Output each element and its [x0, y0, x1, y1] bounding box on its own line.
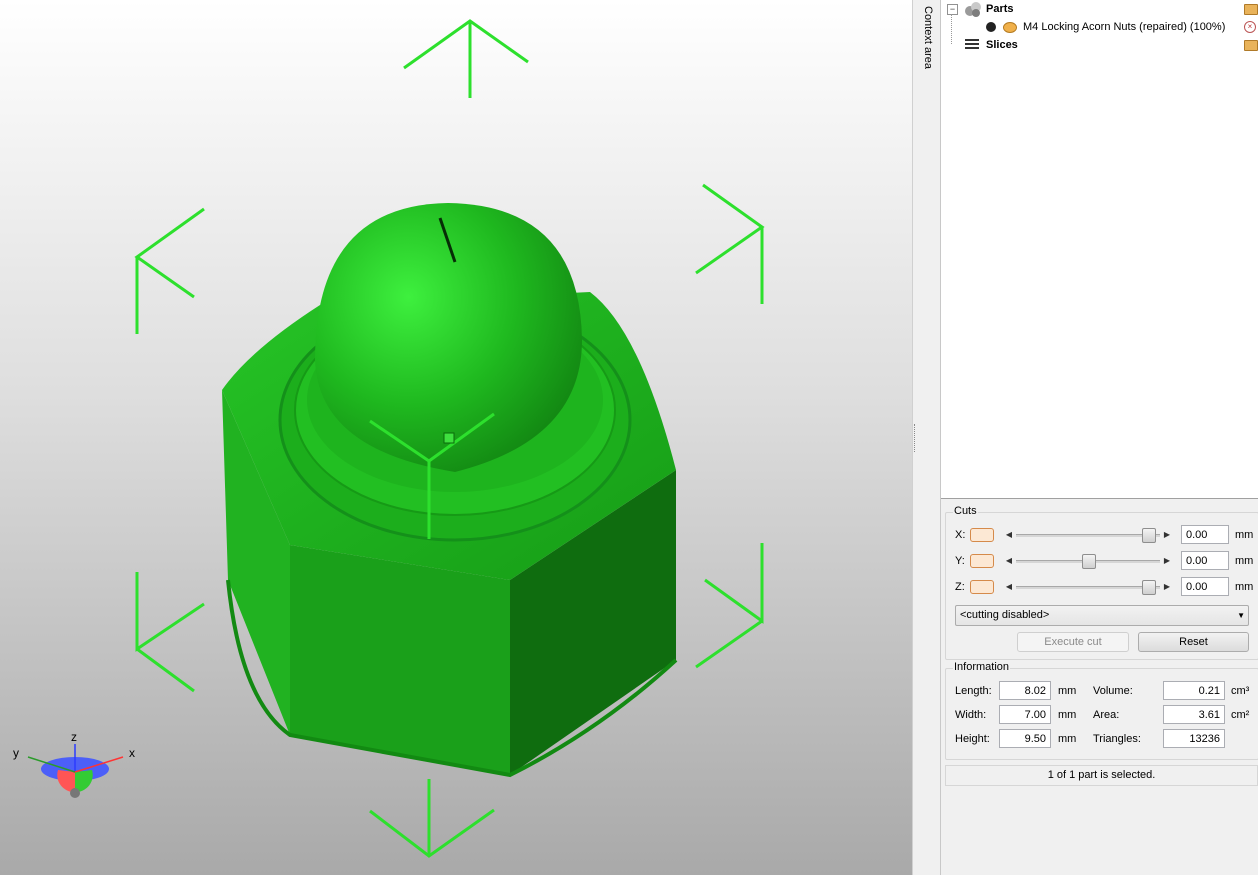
remove-part-icon[interactable]: × [1244, 21, 1256, 33]
viewport-canvas[interactable]: z x y [0, 0, 912, 875]
bracket-top [403, 19, 529, 98]
cut-color-y[interactable] [970, 554, 994, 568]
triangles-value: 13236 [1163, 729, 1225, 748]
gizmo-label-y: y [13, 746, 19, 760]
acorn-nut-model[interactable] [222, 203, 678, 778]
info-title: Information [953, 661, 1011, 673]
triangles-label: Triangles: [1093, 733, 1141, 745]
chevron-down-icon[interactable]: ▼ [1237, 606, 1245, 625]
orientation-gizmo: z x y [13, 730, 135, 798]
splitter-grip[interactable] [914, 424, 917, 452]
area-value: 3.61 [1163, 705, 1225, 724]
slider-thumb[interactable] [1082, 554, 1096, 569]
gizmo-label-x: x [129, 746, 135, 760]
slider-left-arrow-icon[interactable]: ◀ [1004, 528, 1014, 542]
axis-label-x: X: [955, 529, 966, 541]
height-label: Height: [955, 733, 990, 745]
slices-label: Slices [986, 39, 1018, 51]
bracket-top-right [695, 183, 765, 304]
cut-value-y[interactable]: 0.00 [1181, 551, 1229, 570]
height-unit: mm [1058, 733, 1077, 745]
volume-label: Volume: [1093, 685, 1133, 697]
length-label: Length: [955, 685, 992, 697]
slider-thumb[interactable] [1142, 528, 1156, 543]
length-value: 8.02 [999, 681, 1051, 700]
execute-cut-button[interactable]: Execute cut [1017, 632, 1129, 652]
unit-label: mm [1235, 529, 1254, 541]
selection-status: 1 of 1 part is selected. [945, 765, 1258, 786]
bracket-top-left [134, 207, 205, 334]
parts-tree[interactable]: − Parts M4 Locking Acorn Nuts (repaired)… [941, 0, 1258, 499]
cut-value-z[interactable]: 0.00 [1181, 577, 1229, 596]
cut-color-z[interactable] [970, 580, 994, 594]
unit-label: mm [1235, 555, 1254, 567]
cut-mode-value: <cutting disabled> [960, 609, 1050, 621]
slices-icon [965, 39, 979, 49]
height-value: 9.50 [999, 729, 1051, 748]
3d-viewport[interactable]: z x y [0, 0, 912, 875]
bracket-bottom-right [695, 543, 764, 669]
volume-unit: cm³ [1231, 685, 1250, 697]
slider-right-arrow-icon[interactable]: ▶ [1162, 554, 1172, 568]
tree-row-parts[interactable]: − Parts [941, 0, 1258, 18]
bracket-bottom-left [135, 572, 205, 693]
gizmo-label-z: z [71, 730, 77, 744]
slider-right-arrow-icon[interactable]: ▶ [1162, 528, 1172, 542]
parts-label: Parts [986, 3, 1014, 15]
tree-row-part[interactable]: M4 Locking Acorn Nuts (repaired) (100%) … [941, 18, 1258, 36]
center-handle[interactable] [443, 432, 455, 444]
bracket-bottom [369, 779, 495, 858]
eye-icon[interactable] [1003, 22, 1017, 33]
cut-slider-z[interactable]: ◀ ▶ [1004, 580, 1172, 595]
cuts-title: Cuts [953, 505, 978, 517]
part-name[interactable]: M4 Locking Acorn Nuts (repaired) (100%) [1023, 18, 1225, 36]
slider-left-arrow-icon[interactable]: ◀ [1004, 554, 1014, 568]
cut-color-x[interactable] [970, 528, 994, 542]
cuts-panel: Cuts X: ◀ ▶ 0.00 mm Y: ◀ ▶ 0.00 mm Z: ◀ [945, 505, 1258, 660]
length-unit: mm [1058, 685, 1077, 697]
tree-row-slices[interactable]: Slices [941, 36, 1258, 54]
volume-value: 0.21 [1163, 681, 1225, 700]
axis-label-y: Y: [955, 555, 965, 567]
information-panel: Information Length: 8.02 mm Width: 7.00 … [945, 661, 1258, 760]
cut-mode-select[interactable]: <cutting disabled> ▼ [955, 605, 1249, 626]
width-value: 7.00 [999, 705, 1051, 724]
context-area-tab[interactable]: Context area [918, 0, 941, 875]
slider-left-arrow-icon[interactable]: ◀ [1004, 580, 1014, 594]
area-label: Area: [1093, 709, 1120, 721]
context-area-label: Context area [922, 6, 934, 69]
axis-label-z: Z: [955, 581, 965, 593]
width-unit: mm [1058, 709, 1077, 721]
area-unit: cm² [1231, 709, 1250, 721]
cut-slider-y[interactable]: ◀ ▶ [1004, 554, 1172, 569]
folder-icon[interactable] [1244, 40, 1258, 51]
cut-slider-x[interactable]: ◀ ▶ [1004, 528, 1172, 543]
reset-button[interactable]: Reset [1138, 632, 1249, 652]
slider-right-arrow-icon[interactable]: ▶ [1162, 580, 1172, 594]
unit-label: mm [1235, 581, 1254, 593]
parts-group-icon [965, 2, 981, 17]
cut-value-x[interactable]: 0.00 [1181, 525, 1229, 544]
folder-icon[interactable] [1244, 4, 1258, 15]
width-label: Width: [955, 709, 987, 721]
slider-thumb[interactable] [1142, 580, 1156, 595]
part-status-icon [986, 22, 996, 32]
